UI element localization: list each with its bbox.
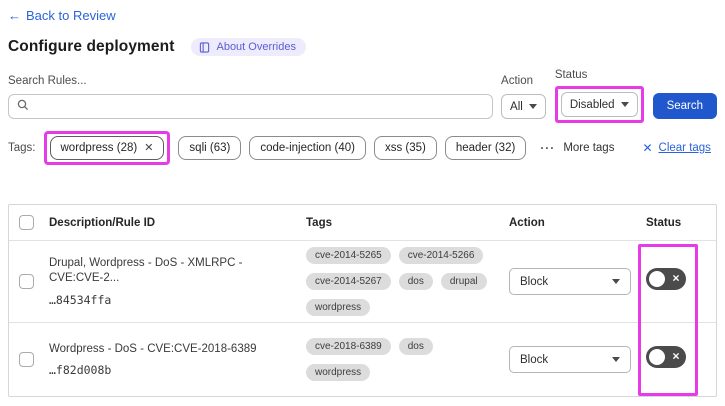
rule-description: Wordpress - DoS - CVE:CVE-2018-6389 [49,342,257,355]
tags-label: Tags: [8,142,36,154]
rule-tag: drupal [440,273,487,290]
row-checkbox-cell [9,352,49,367]
status-label: Status [554,69,588,81]
action-select-value: Block [520,275,549,288]
rules-table: Description/Rule ID Tags Action Status D… [8,204,717,397]
search-icon [17,98,29,116]
chevron-down-icon [612,279,620,284]
column-header-description: Description/Rule ID [49,216,156,229]
rule-tags-cell: cve-2014-5265 cve-2014-5266 cve-2014-526… [306,247,509,316]
rule-description-cell: Wordpress - DoS - CVE:CVE-2018-6389 …f82… [49,342,306,378]
action-label: Action [501,75,533,87]
remove-tag-icon[interactable]: ✕ [144,142,153,154]
row-checkbox-cell [9,274,49,289]
back-arrow-icon: ← [8,8,21,23]
status-toggle-off[interactable]: ✕ [646,346,686,368]
select-all-checkbox[interactable] [19,215,34,230]
more-tags-label: More tags [563,142,615,154]
toggle-knob [649,271,665,287]
rule-tag: wordpress [306,364,371,381]
action-select-dropdown[interactable]: Block [509,346,631,373]
rule-tag: cve-2018-6389 [306,338,391,355]
toggle-x-icon: ✕ [672,273,680,285]
tag-pill-wordpress[interactable]: wordpress (28) ✕ [49,136,165,160]
action-select-value: Block [520,353,549,366]
rule-description-cell: Drupal, Wordpress - DoS - XMLRPC - CVE:C… [49,256,306,307]
search-rules-input[interactable] [35,100,485,113]
row-checkbox[interactable] [19,352,34,367]
action-filter: Action All [501,75,546,119]
rule-action-cell: Block [509,346,646,373]
header-checkbox-cell [9,215,49,230]
rule-tag: cve-2014-5265 [306,247,391,264]
configure-deployment-page: ← Back to Review Configure deployment Ab… [0,0,725,397]
rule-tag: cve-2014-5266 [398,247,484,264]
heading-row: Configure deployment About Overrides [8,38,717,56]
status-dropdown[interactable]: Disabled [560,92,638,117]
search-col: Search Rules... [8,75,494,119]
chevron-down-icon [620,102,629,107]
rule-tag: dos [398,338,433,355]
tag-pill-header[interactable]: header (32) [444,136,527,160]
tag-pill-label: sqli (63) [189,142,231,154]
tag-pill-label: xss (35) [384,142,426,154]
tag-pill-code-injection[interactable]: code-injection (40) [249,136,366,160]
tag-pill-label: code-injection (40) [260,142,355,154]
search-rules-label: Search Rules... [8,75,87,87]
toggle-knob [649,349,665,365]
clear-x-icon: ✕ [642,141,653,155]
column-header-action: Action [509,216,545,229]
more-tags-button[interactable]: ··· More tags [540,141,614,155]
table-header-row: Description/Rule ID Tags Action Status [9,205,716,241]
about-overrides-badge[interactable]: About Overrides [191,38,306,56]
tag-pill-label: header (32) [455,142,516,154]
tags-bar: Tags: wordpress (28) ✕ sqli (63) code-in… [8,131,717,165]
row-checkbox[interactable] [19,274,34,289]
rule-tag: cve-2014-5267 [306,273,391,290]
column-header-tags: Tags [306,216,332,229]
clear-tags-button[interactable]: ✕ Clear tags [642,141,710,155]
back-to-review-link[interactable]: ← Back to Review [8,8,116,23]
action-select-dropdown[interactable]: Block [509,268,631,295]
table-row: Wordpress - DoS - CVE:CVE-2018-6389 …f82… [9,323,716,396]
action-dropdown[interactable]: All [501,94,546,119]
rule-id: …f82d008b [49,363,112,378]
tag-pill-label: wordpress (28) [60,142,138,154]
status-filter: Status Disabled [554,69,644,123]
tag-pill-sqli[interactable]: sqli (63) [178,136,242,160]
rule-id: …84534ffa [49,292,112,307]
rule-tags-cell: cve-2018-6389 dos wordpress [306,338,509,381]
tag-pill-xss[interactable]: xss (35) [373,136,437,160]
toggle-x-icon: ✕ [672,351,680,363]
rule-status-cell: ✕ [646,268,716,295]
status-toggle-off[interactable]: ✕ [646,268,686,290]
rule-tag: dos [398,273,433,290]
rule-tag: wordpress [306,299,371,316]
clear-tags-label: Clear tags [658,142,711,154]
selected-tag-highlight: wordpress (28) ✕ [43,131,171,165]
chevron-down-icon [528,104,537,109]
about-overrides-label: About Overrides [216,41,296,53]
ellipsis-icon: ··· [540,141,556,155]
rule-status-cell: ✕ [646,346,716,373]
action-dropdown-value: All [510,100,523,113]
book-icon [199,41,210,53]
table-row: Drupal, Wordpress - DoS - XMLRPC - CVE:C… [9,241,716,323]
column-header-status: Status [646,216,682,229]
back-link-label: Back to Review [26,8,116,23]
page-title: Configure deployment [8,38,175,55]
search-button[interactable]: Search [652,93,717,119]
status-dropdown-value: Disabled [569,98,615,111]
rule-description: Drupal, Wordpress - DoS - XMLRPC - CVE:C… [49,257,243,284]
rule-action-cell: Block [509,268,646,295]
chevron-down-icon [612,357,620,362]
search-box [8,94,494,119]
status-dropdown-highlight: Disabled [554,86,644,123]
filter-bar: Search Rules... Action All Status Disabl… [8,69,717,123]
